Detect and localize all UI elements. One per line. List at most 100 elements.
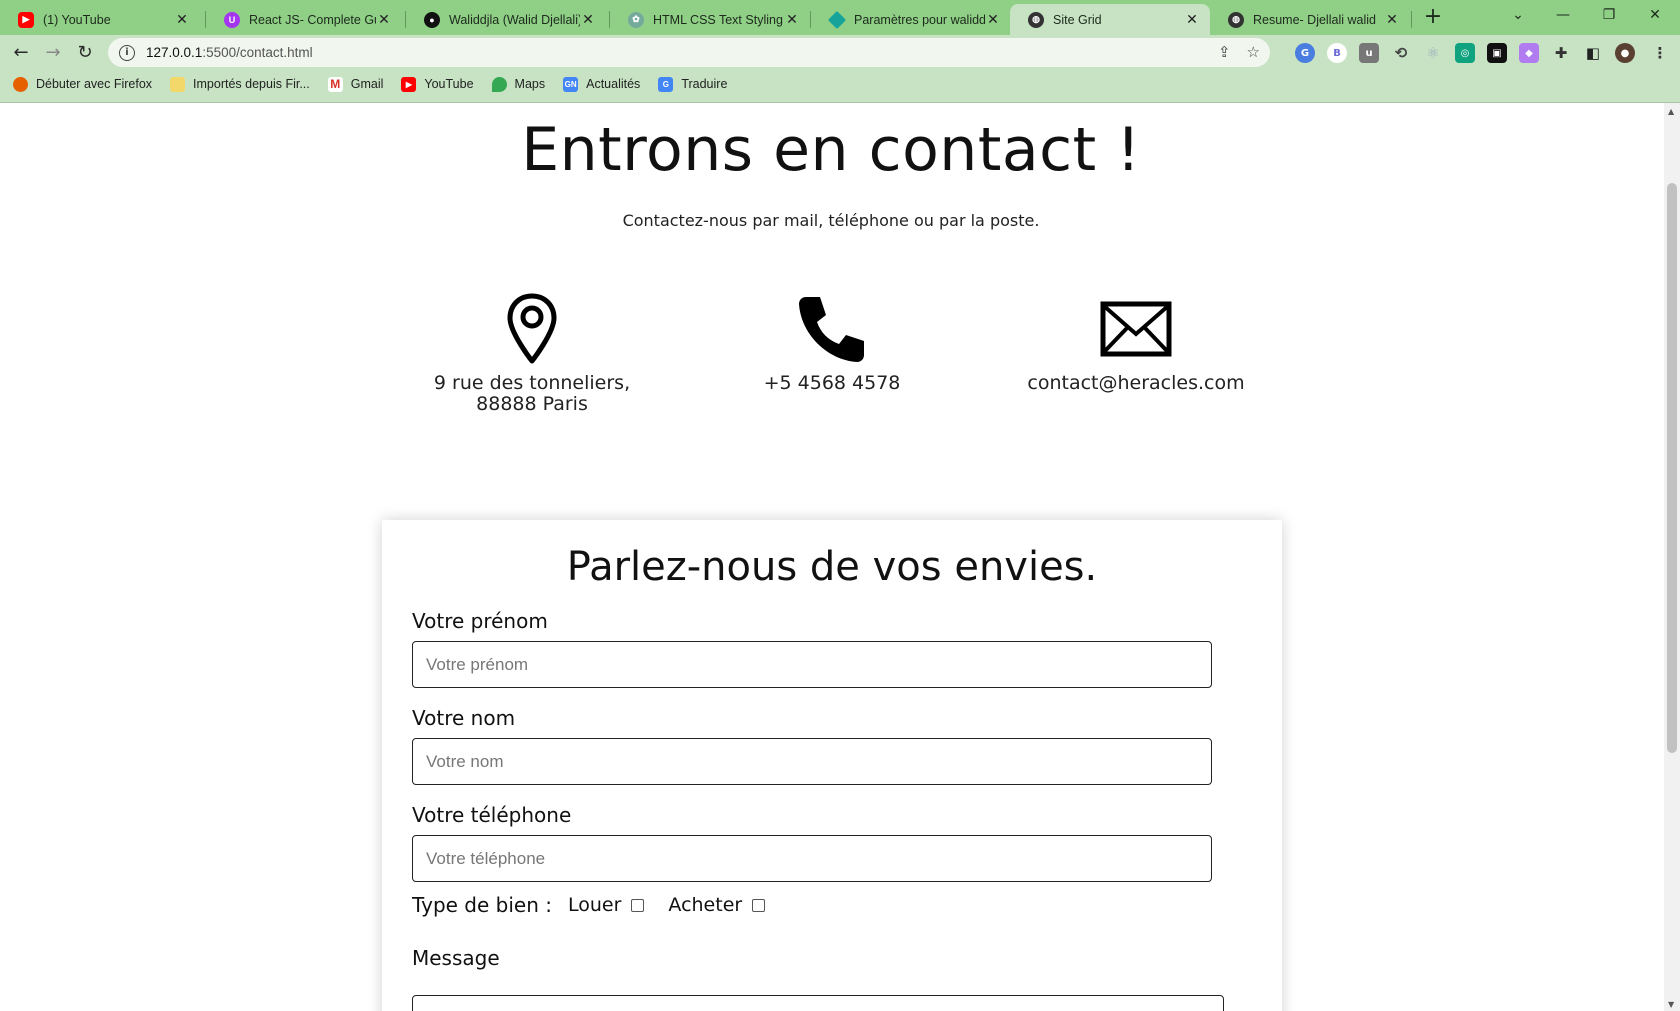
gradient-extension-icon[interactable]: ◆	[1519, 43, 1539, 63]
phone-text: +5 4568 4578	[763, 372, 901, 394]
page-viewport: Entrons en contact ! Contactez-nous par …	[0, 103, 1664, 1011]
bookmark-folder-imported[interactable]: Importés depuis Fir...	[170, 76, 310, 92]
globe-icon: ◍	[1228, 11, 1244, 28]
tab-youtube[interactable]: ▶ (1) YouTube ✕	[0, 4, 200, 35]
rent-option-label: Louer	[567, 894, 622, 916]
page-title: Entrons en contact !	[521, 115, 1141, 185]
tab-title: Resume- Djellali walid	[1253, 12, 1376, 27]
udemy-icon: U	[224, 11, 240, 28]
firefox-icon	[13, 76, 28, 92]
gmail-icon: M	[327, 76, 343, 92]
message-textarea[interactable]	[412, 995, 1224, 1011]
side-panel-icon[interactable]: ◧	[1583, 43, 1603, 63]
tab-html-css[interactable]: ✿ HTML CSS Text Styling ✕	[610, 4, 810, 35]
tab-github[interactable]: ● Waliddjla (Walid Djellali) ✕	[406, 4, 606, 35]
bookmark-news[interactable]: GN Actualités	[563, 76, 640, 92]
firstname-label: Votre prénom	[412, 609, 548, 633]
bookmark-translate[interactable]: G Traduire	[658, 76, 727, 92]
tab-strip: ▶ (1) YouTube ✕ U React JS- Complete Gui…	[0, 0, 1680, 35]
tab-title: HTML CSS Text Styling	[653, 12, 783, 27]
tab-title: Waliddjla (Walid Djellali)	[449, 12, 580, 27]
scroll-down-arrow-icon[interactable]: ▼	[1668, 1000, 1674, 1009]
chatgpt-extension-icon[interactable]: ◎	[1455, 43, 1475, 63]
news-icon: GN	[563, 76, 579, 92]
contact-form-card: Parlez-nous de vos envies. Votre prénom …	[382, 520, 1282, 1011]
scrollbar-thumb[interactable]	[1667, 183, 1677, 753]
close-tab-icon[interactable]: ✕	[174, 11, 190, 28]
bookmarks-bar: Débuter avec Firefox Importés depuis Fir…	[0, 70, 1680, 98]
email-block: contact@heracles.com	[1006, 293, 1266, 394]
browser-chrome: ▶ (1) YouTube ✕ U React JS- Complete Gui…	[0, 0, 1680, 103]
lastname-input[interactable]	[412, 738, 1212, 785]
rent-checkbox[interactable]	[631, 898, 645, 912]
buy-option-label: Acheter	[668, 894, 743, 916]
tab-title: React JS- Complete Guide	[249, 12, 376, 27]
bookmark-star-icon[interactable]: ☆	[1247, 43, 1260, 61]
bookmark-gmail[interactable]: M Gmail	[327, 76, 383, 92]
site-info-icon[interactable]: i	[119, 44, 135, 61]
address-text: 9 rue des tonneliers, 88888 Paris	[433, 372, 631, 415]
translate-icon: G	[658, 76, 674, 92]
url-text[interactable]: 127.0.0.1:5500/contact.html	[146, 45, 313, 60]
tab-resume[interactable]: ◍ Resume- Djellali walid ✕	[1210, 4, 1410, 35]
reload-button[interactable]: ↻	[72, 39, 98, 65]
github-icon: ●	[424, 11, 440, 28]
address-bar[interactable]: i 127.0.0.1:5500/contact.html ⇪ ☆	[108, 38, 1270, 67]
ublock-icon[interactable]: u	[1359, 43, 1379, 63]
tab-search-icon[interactable]: ⌄	[1495, 0, 1541, 30]
form-heading: Parlez-nous de vos envies.	[566, 544, 1098, 590]
tab-site-grid[interactable]: ◍ Site Grid ✕	[1010, 4, 1210, 35]
phone-icon	[702, 293, 962, 365]
close-tab-icon[interactable]: ✕	[784, 11, 800, 28]
tab-settings[interactable]: Paramètres pour waliddje ✕	[811, 4, 1011, 35]
restore-button[interactable]: ❐	[1586, 0, 1632, 30]
bookmark-maps[interactable]: Maps	[491, 76, 545, 92]
share-icon[interactable]: ⇪	[1218, 43, 1231, 61]
close-window-button[interactable]: ✕	[1632, 0, 1678, 30]
mail-envelope-icon	[1006, 293, 1266, 365]
message-label: Message	[412, 946, 500, 970]
page-scrollbar[interactable]: ▲ ▼	[1664, 103, 1680, 1011]
profile-avatar[interactable]: ●	[1615, 43, 1635, 63]
tab-title: (1) YouTube	[43, 12, 111, 27]
sync-extension-icon[interactable]: ⟲	[1391, 43, 1411, 63]
navigation-toolbar: ← → ↻ i 127.0.0.1:5500/contact.html ⇪ ☆ …	[0, 35, 1680, 69]
forward-button[interactable]: →	[40, 39, 66, 65]
dark-extension-icon[interactable]: ▣	[1487, 43, 1507, 63]
buy-checkbox[interactable]	[752, 898, 766, 912]
react-devtools-icon[interactable]: ⚛	[1423, 43, 1443, 63]
page-subtitle: Contactez-nous par mail, téléphone ou pa…	[622, 211, 1040, 230]
phone-label: Votre téléphone	[412, 803, 572, 827]
back-button[interactable]: ←	[8, 39, 34, 65]
globe-icon: ◍	[1028, 11, 1044, 28]
new-tab-button[interactable]: +	[1421, 5, 1445, 29]
phone-input[interactable]	[412, 835, 1212, 882]
minimize-button[interactable]: —	[1540, 0, 1586, 30]
scroll-up-arrow-icon[interactable]: ▲	[1668, 107, 1674, 116]
property-type-row: Type de bien : Louer Acheter	[412, 893, 773, 917]
maps-icon	[491, 76, 507, 92]
close-tab-icon[interactable]: ✕	[1184, 11, 1200, 28]
address-block: 9 rue des tonneliers, 88888 Paris	[402, 293, 662, 415]
close-tab-icon[interactable]: ✕	[1384, 11, 1400, 28]
close-tab-icon[interactable]: ✕	[376, 11, 392, 28]
email-text: contact@heracles.com	[1027, 372, 1245, 394]
translate-extension-icon[interactable]: G	[1295, 43, 1315, 63]
firstname-input[interactable]	[412, 641, 1212, 688]
close-tab-icon[interactable]: ✕	[580, 11, 596, 28]
youtube-icon: ▶	[401, 76, 417, 92]
tab-react-course[interactable]: U React JS- Complete Guide ✕	[206, 4, 402, 35]
extensions-puzzle-icon[interactable]: ✚	[1551, 43, 1571, 63]
openai-icon: ✿	[628, 11, 644, 28]
menu-kebab-icon[interactable]: ⋮	[1650, 43, 1670, 63]
folder-icon	[170, 76, 186, 92]
tab-title: Paramètres pour waliddje	[854, 12, 985, 27]
location-pin-icon	[402, 293, 662, 365]
tab-title: Site Grid	[1053, 12, 1102, 27]
bookmark-youtube[interactable]: ▶ YouTube	[401, 76, 474, 92]
extension-b-icon[interactable]: B	[1327, 43, 1347, 63]
close-tab-icon[interactable]: ✕	[985, 11, 1001, 28]
bookmark-firefox[interactable]: Débuter avec Firefox	[13, 76, 152, 92]
property-type-label: Type de bien :	[412, 893, 552, 917]
lastname-label: Votre nom	[412, 706, 516, 730]
